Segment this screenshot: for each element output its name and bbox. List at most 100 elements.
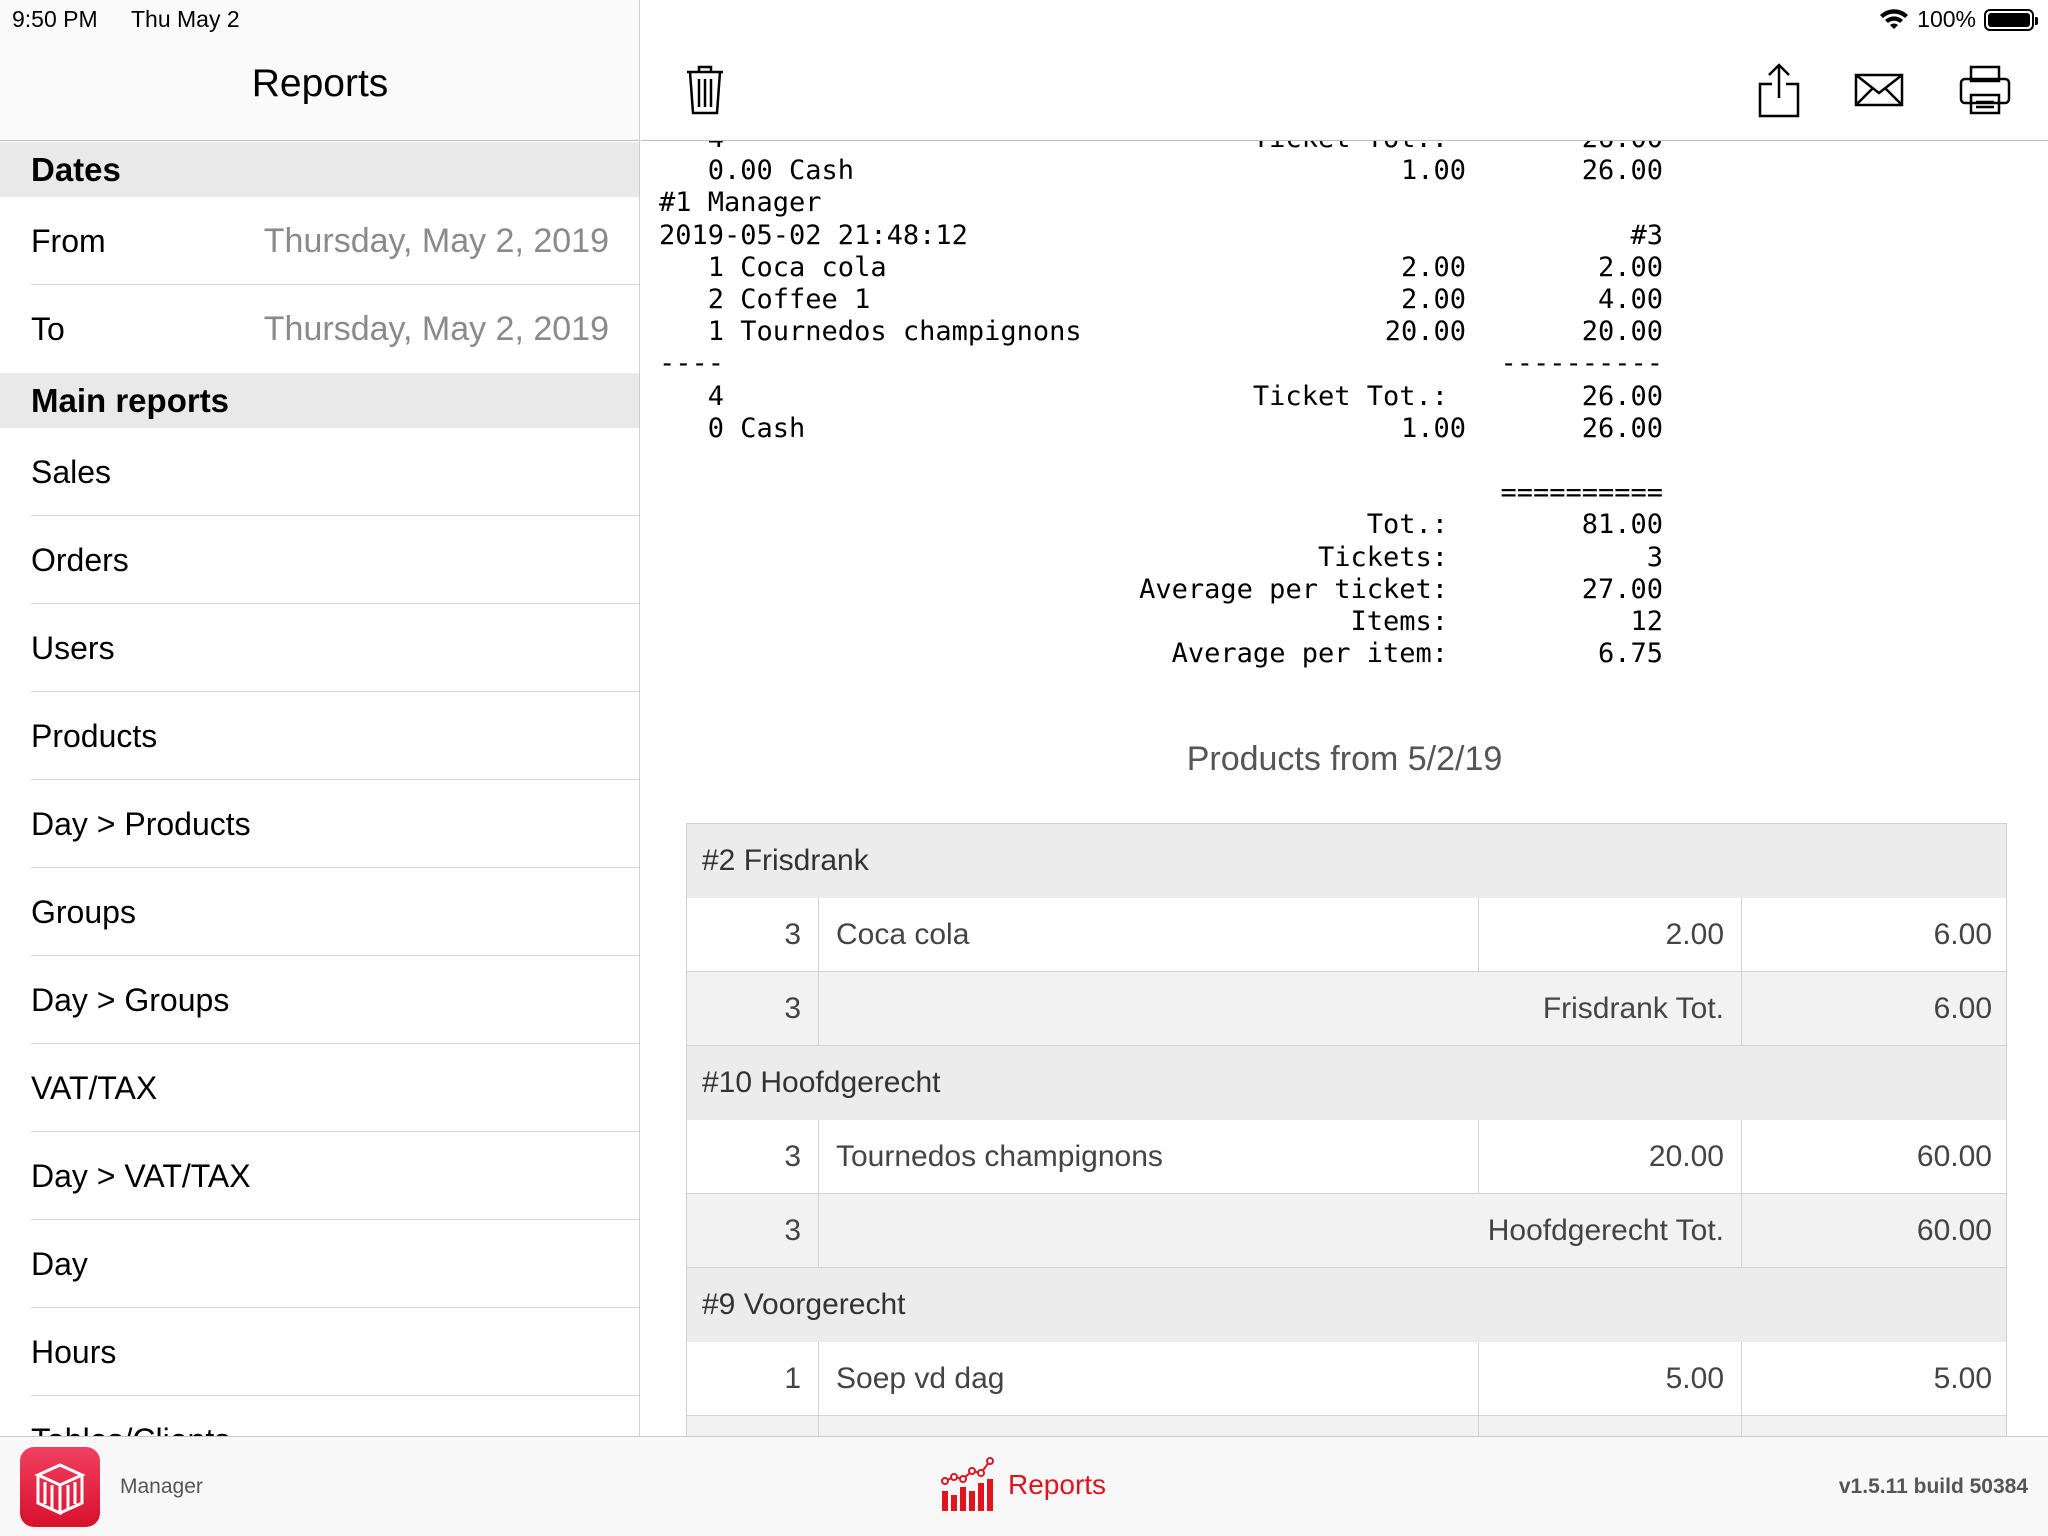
sidebar-item-orders[interactable]: Orders — [0, 516, 639, 604]
battery-icon — [1984, 8, 2038, 31]
to-label: To — [31, 311, 65, 347]
receipt-line-amount: ========== — [1500, 477, 1663, 509]
sidebar-item-label: Users — [31, 630, 115, 666]
receipt-line-amount: 26.00 — [1581, 155, 1663, 187]
price-cell: 5.00 — [1479, 1342, 1742, 1416]
reports-chart-icon — [941, 1457, 994, 1511]
receipt-line-amount: 12 — [1630, 606, 1663, 637]
sidebar-item-day-products[interactable]: Day > Products — [0, 780, 639, 868]
sidebar-item-label: Products — [31, 718, 158, 754]
app-name: Manager — [120, 1475, 203, 1498]
receipt-line-label: Tot.: — [1366, 509, 1448, 541]
price-cell: 20.00 — [1479, 1120, 1742, 1194]
receipt-line-amount: 2.00 — [1597, 251, 1663, 283]
sidebar-item-products[interactable]: Products — [0, 692, 639, 780]
receipt-text: 4 Ticket Tot.: 26.00 0.00 Cash 1.00 26.00 #1 … — [641, 141, 2048, 701]
sidebar-item-sales[interactable]: Sales — [0, 428, 639, 516]
print-icon — [1959, 65, 2011, 115]
bottom-bar: Manager Reports v1.5.11 build 50384 — [0, 1436, 2048, 1536]
mail-icon — [1854, 73, 1904, 107]
sidebar-item-label: Orders — [31, 542, 129, 578]
sidebar-item-day[interactable]: Day — [0, 1220, 639, 1308]
table-row — [687, 1416, 2006, 1436]
qty-cell: 1 — [687, 1342, 819, 1416]
sidebar-item-users[interactable]: Users — [0, 604, 639, 692]
qty-cell: 3 — [687, 1194, 819, 1268]
app-logo[interactable] — [20, 1447, 100, 1527]
status-right: 100% — [1879, 6, 2038, 33]
sidebar-item-day-groups[interactable]: Day > Groups — [0, 956, 639, 1044]
sidebar-item-label: Sales — [31, 454, 112, 490]
from-date-row[interactable]: From Thursday, May 2, 2019 — [0, 197, 639, 285]
receipt-line-text: 0 Cash — [659, 412, 806, 444]
sidebar-item-label: VAT/TAX — [31, 1070, 158, 1106]
product-name-cell: Coca cola — [819, 898, 1479, 972]
receipt-line-amount: 26.00 — [1581, 412, 1663, 444]
receipt-line-amount: 26.00 — [1582, 141, 1663, 154]
sidebar-item-vat-tax[interactable]: VAT/TAX — [0, 1044, 639, 1132]
receipt-line-label: Ticket Tot.: — [1252, 380, 1448, 412]
receipt-line-label: Average per item: — [1171, 638, 1448, 670]
subtotal-label: Hoofdgerecht Tot. — [819, 1194, 1742, 1268]
to-date-value[interactable]: Thursday, May 2, 2019 — [264, 285, 609, 373]
product-name-cell: Tournedos champignons — [819, 1120, 1479, 1194]
email-button[interactable] — [1849, 60, 1909, 120]
receipt-line-text: 4 — [659, 141, 724, 154]
status-time: 9:50 PM — [12, 6, 98, 32]
delete-button[interactable] — [677, 60, 733, 120]
sidebar-item-hours[interactable]: Hours — [0, 1308, 639, 1396]
share-button[interactable] — [1751, 60, 1807, 120]
qty-cell: 3 — [687, 1120, 819, 1194]
receipt-line-text: 2019-05-02 21:48:12 — [659, 219, 968, 251]
table-row: 3 Coca cola 2.00 6.00 — [687, 898, 2006, 972]
total-cell: 5.00 — [1742, 1342, 2006, 1416]
wifi-icon — [1880, 8, 1909, 29]
receipt-line-text: 1 Coca cola — [659, 251, 887, 283]
print-button[interactable] — [1955, 60, 2015, 120]
receipt-line-text: 0.00 Cash — [659, 155, 855, 187]
total-cell: 60.00 — [1742, 1120, 2006, 1194]
receipt-line-amount: 3 — [1646, 541, 1663, 573]
receipt-line-label: Average per ticket: — [1139, 573, 1448, 605]
version-label: v1.5.11 build 50384 — [1838, 1475, 2028, 1498]
group-header: #9 Voorgerecht — [687, 1268, 2006, 1342]
sidebar: Reports Dates From Thursday, May 2, 2019… — [0, 0, 640, 1436]
subtotal-row: 3 Frisdrank Tot. 6.00 — [687, 972, 2006, 1046]
status-date: Thu May 2 — [131, 6, 240, 32]
to-date-row[interactable]: To Thursday, May 2, 2019 — [0, 285, 639, 373]
from-label: From — [31, 223, 106, 259]
tab-reports-label: Reports — [1008, 1469, 1107, 1500]
receipt-line-price: 1.00 — [1400, 412, 1466, 444]
section-header-main-reports: Main reports — [0, 373, 639, 428]
battery-percent: 100% — [1917, 6, 1976, 32]
products-table: #2 Frisdrank 3 Coca cola 2.00 6.00 3 Fri… — [686, 823, 2007, 1436]
receipt-line-amount: #3 — [1630, 219, 1663, 251]
receipt-line-price: 20.00 — [1384, 316, 1466, 348]
sidebar-item-tables-clients[interactable]: Tables/Clients — [0, 1396, 639, 1436]
sidebar-title: Reports — [251, 62, 389, 105]
table-row: 3 Tournedos champignons 20.00 60.00 — [687, 1120, 2006, 1194]
report-detail: 4 Ticket Tot.: 26.00 0.00 Cash 1.00 26.00 #1 … — [641, 0, 2048, 1436]
tab-reports[interactable]: Reports — [940, 1457, 1106, 1513]
trash-icon — [687, 65, 723, 115]
receipt-line-label: Items: — [1350, 606, 1448, 637]
receipt-line-text: #1 Manager — [659, 187, 822, 219]
receipt-line-label: Ticket Tot.: — [1253, 141, 1448, 154]
sidebar-item-groups[interactable]: Groups — [0, 868, 639, 956]
sidebar-item-label: Day > VAT/TAX — [31, 1158, 251, 1194]
total-cell: 60.00 — [1742, 1194, 2006, 1268]
from-date-value[interactable]: Thursday, May 2, 2019 — [264, 197, 609, 285]
group-header: #2 Frisdrank — [687, 824, 2006, 898]
product-name-cell: Soep vd dag — [819, 1342, 1479, 1416]
receipt-line-text: 1 Tournedos champignons — [659, 316, 1082, 348]
products-report-title: Products from 5/2/19 — [1186, 740, 1503, 778]
receipt-line-amount: 26.00 — [1581, 380, 1663, 412]
receipt-line-label: Tickets: — [1317, 541, 1448, 573]
subtotal-label: Frisdrank Tot. — [819, 972, 1742, 1046]
price-cell: 2.00 — [1479, 898, 1742, 972]
group-header: #10 Hoofdgerecht — [687, 1046, 2006, 1120]
sidebar-item-day-vat-tax[interactable]: Day > VAT/TAX — [0, 1132, 639, 1220]
sidebar-item-label: Hours — [31, 1334, 117, 1370]
receipt-line-amount: 81.00 — [1581, 509, 1663, 541]
total-cell: 6.00 — [1742, 898, 2006, 972]
